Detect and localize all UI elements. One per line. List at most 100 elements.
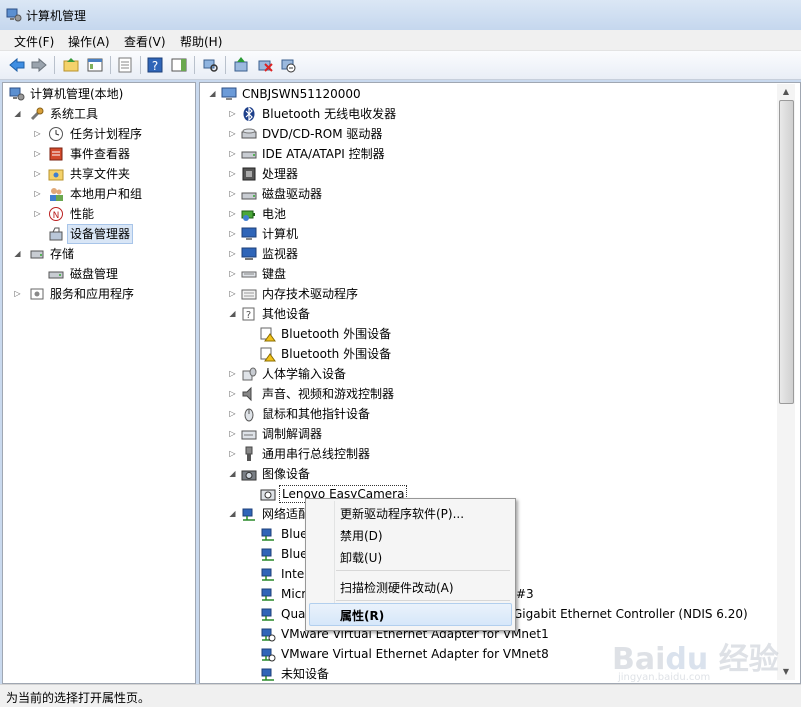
back-icon[interactable] — [8, 56, 26, 74]
menu-file[interactable]: 文件(F) — [14, 33, 54, 50]
computer-icon — [221, 87, 237, 100]
collapse-arrow-icon[interactable]: ◢ — [228, 504, 237, 524]
battery-icon — [241, 210, 255, 221]
menu-separator — [336, 600, 510, 601]
tree-label: Blue — [281, 527, 308, 541]
svg-text:?: ? — [246, 310, 251, 321]
network-adapter-icon — [261, 628, 276, 642]
tree-label: 通用串行总线控制器 — [262, 447, 371, 461]
tree-label: 处理器 — [262, 167, 299, 181]
tree-label: 磁盘管理 — [70, 267, 119, 281]
collapse-arrow-icon[interactable]: ◢ — [228, 304, 237, 324]
toolbar: ? — [0, 51, 801, 80]
expand-arrow-icon[interactable]: ▷ — [13, 284, 22, 304]
show-hide-tree-icon[interactable] — [86, 56, 104, 74]
expand-arrow-icon[interactable]: ▷ — [33, 124, 42, 144]
vertical-scrollbar[interactable]: ▲ ▼ — [777, 84, 795, 680]
tree-label: Micr — [281, 587, 307, 601]
expand-arrow-icon[interactable]: ▷ — [228, 384, 237, 404]
menu-item-disable[interactable]: 禁用(D) — [340, 527, 383, 544]
expand-arrow-icon[interactable]: ▷ — [228, 264, 237, 284]
expand-arrow-icon[interactable]: ▷ — [228, 184, 237, 204]
tree-label: 鼠标和其他指针设备 — [262, 407, 371, 421]
tree-label: Bluetooth 外围设备 — [281, 327, 392, 341]
expand-arrow-icon[interactable]: ▷ — [228, 284, 237, 304]
menu-item-update-driver[interactable]: 更新驱动程序软件(P)... — [340, 505, 464, 522]
tree-label: Bluetooth 外围设备 — [281, 347, 392, 361]
warning-device-icon — [260, 347, 276, 362]
menu-item-properties[interactable]: 属性(R) — [340, 607, 384, 624]
webcam-icon — [260, 489, 276, 501]
collapse-arrow-icon[interactable]: ◢ — [13, 104, 22, 124]
tools-icon — [30, 107, 44, 121]
expand-arrow-icon[interactable]: ▷ — [228, 124, 237, 144]
svg-text:N: N — [53, 211, 60, 221]
baidu-watermark-logo: Baidu 经验 jingyan.baidu.com — [612, 642, 779, 683]
title-bar: 计算机管理 — [0, 0, 801, 30]
network-adapter-icon — [261, 608, 274, 621]
memory-icon — [241, 289, 257, 300]
expand-arrow-icon[interactable]: ▷ — [228, 404, 237, 424]
computer-icon — [241, 227, 257, 240]
network-adapter-icon — [261, 568, 274, 581]
menu-view[interactable]: 查看(V) — [124, 33, 166, 50]
menu-item-scan-hardware[interactable]: 扫描检测硬件改动(A) — [340, 579, 454, 596]
context-menu: 更新驱动程序软件(P)... 禁用(D) 卸载(U) 扫描检测硬件改动(A) 属… — [305, 498, 516, 631]
expand-arrow-icon[interactable]: ▷ — [228, 104, 237, 124]
bluetooth-icon — [243, 106, 255, 122]
tree-label: Blue — [281, 547, 308, 561]
mouse-icon — [244, 408, 254, 422]
collapse-arrow-icon[interactable]: ◢ — [228, 464, 237, 484]
tree-label: 共享文件夹 — [70, 167, 131, 181]
expand-arrow-icon[interactable]: ▷ — [228, 244, 237, 264]
expand-arrow-icon[interactable]: ▷ — [228, 424, 237, 444]
enable-device-icon[interactable] — [279, 56, 297, 74]
network-adapter-icon — [261, 548, 274, 561]
collapse-arrow-icon[interactable]: ◢ — [13, 244, 22, 264]
usb-icon — [245, 446, 253, 461]
tree-label: Bluetooth 无线电收发器 — [262, 107, 397, 121]
collapse-arrow-icon[interactable]: ◢ — [208, 84, 217, 104]
export-list-icon[interactable] — [116, 56, 134, 74]
expand-arrow-icon[interactable]: ▷ — [228, 144, 237, 164]
performance-icon: N — [49, 207, 63, 221]
tree-label: 本地用户和组 — [70, 187, 143, 201]
help-icon[interactable]: ? — [146, 56, 164, 74]
menu-help[interactable]: 帮助(H) — [180, 33, 222, 50]
tree-label: 任务计划程序 — [70, 127, 143, 141]
modem-icon — [241, 430, 257, 440]
tree-label: 网络适配 — [262, 507, 311, 521]
camera-icon — [241, 470, 257, 481]
expand-arrow-icon[interactable]: ▷ — [228, 164, 237, 184]
expand-arrow-icon[interactable]: ▷ — [228, 364, 237, 384]
menu-item-uninstall[interactable]: 卸载(U) — [340, 549, 382, 566]
expand-arrow-icon[interactable]: ▷ — [228, 224, 237, 244]
tree-label: 电池 — [262, 207, 287, 221]
tree-label: 存储 — [50, 247, 75, 261]
uninstall-icon[interactable] — [256, 56, 274, 74]
action-pane-icon[interactable] — [170, 56, 188, 74]
scroll-up-arrow-icon[interactable]: ▲ — [777, 84, 795, 100]
expand-arrow-icon[interactable]: ▷ — [33, 164, 42, 184]
expand-arrow-icon[interactable]: ▷ — [33, 144, 42, 164]
forward-icon[interactable] — [30, 56, 48, 74]
scrollbar-thumb[interactable] — [779, 100, 794, 404]
speaker-icon — [242, 386, 252, 402]
clock-icon — [49, 127, 63, 141]
keyboard-icon — [241, 271, 257, 278]
optical-drive-icon — [241, 128, 257, 139]
expand-arrow-icon[interactable]: ▷ — [228, 444, 237, 464]
menu-action[interactable]: 操作(A) — [68, 33, 110, 50]
tree-label: 内存技术驱动程序 — [262, 287, 359, 301]
tree-label: 图像设备 — [262, 467, 311, 481]
up-folder-icon[interactable] — [62, 56, 80, 74]
computer-management-icon — [6, 8, 22, 22]
expand-arrow-icon[interactable]: ▷ — [33, 184, 42, 204]
expand-arrow-icon[interactable]: ▷ — [228, 204, 237, 224]
tree-label: 事件查看器 — [70, 147, 131, 161]
processor-icon — [242, 167, 256, 181]
services-icon — [30, 288, 44, 300]
update-driver-icon[interactable] — [232, 56, 250, 74]
scan-hardware-icon[interactable] — [201, 56, 219, 74]
expand-arrow-icon[interactable]: ▷ — [33, 204, 42, 224]
